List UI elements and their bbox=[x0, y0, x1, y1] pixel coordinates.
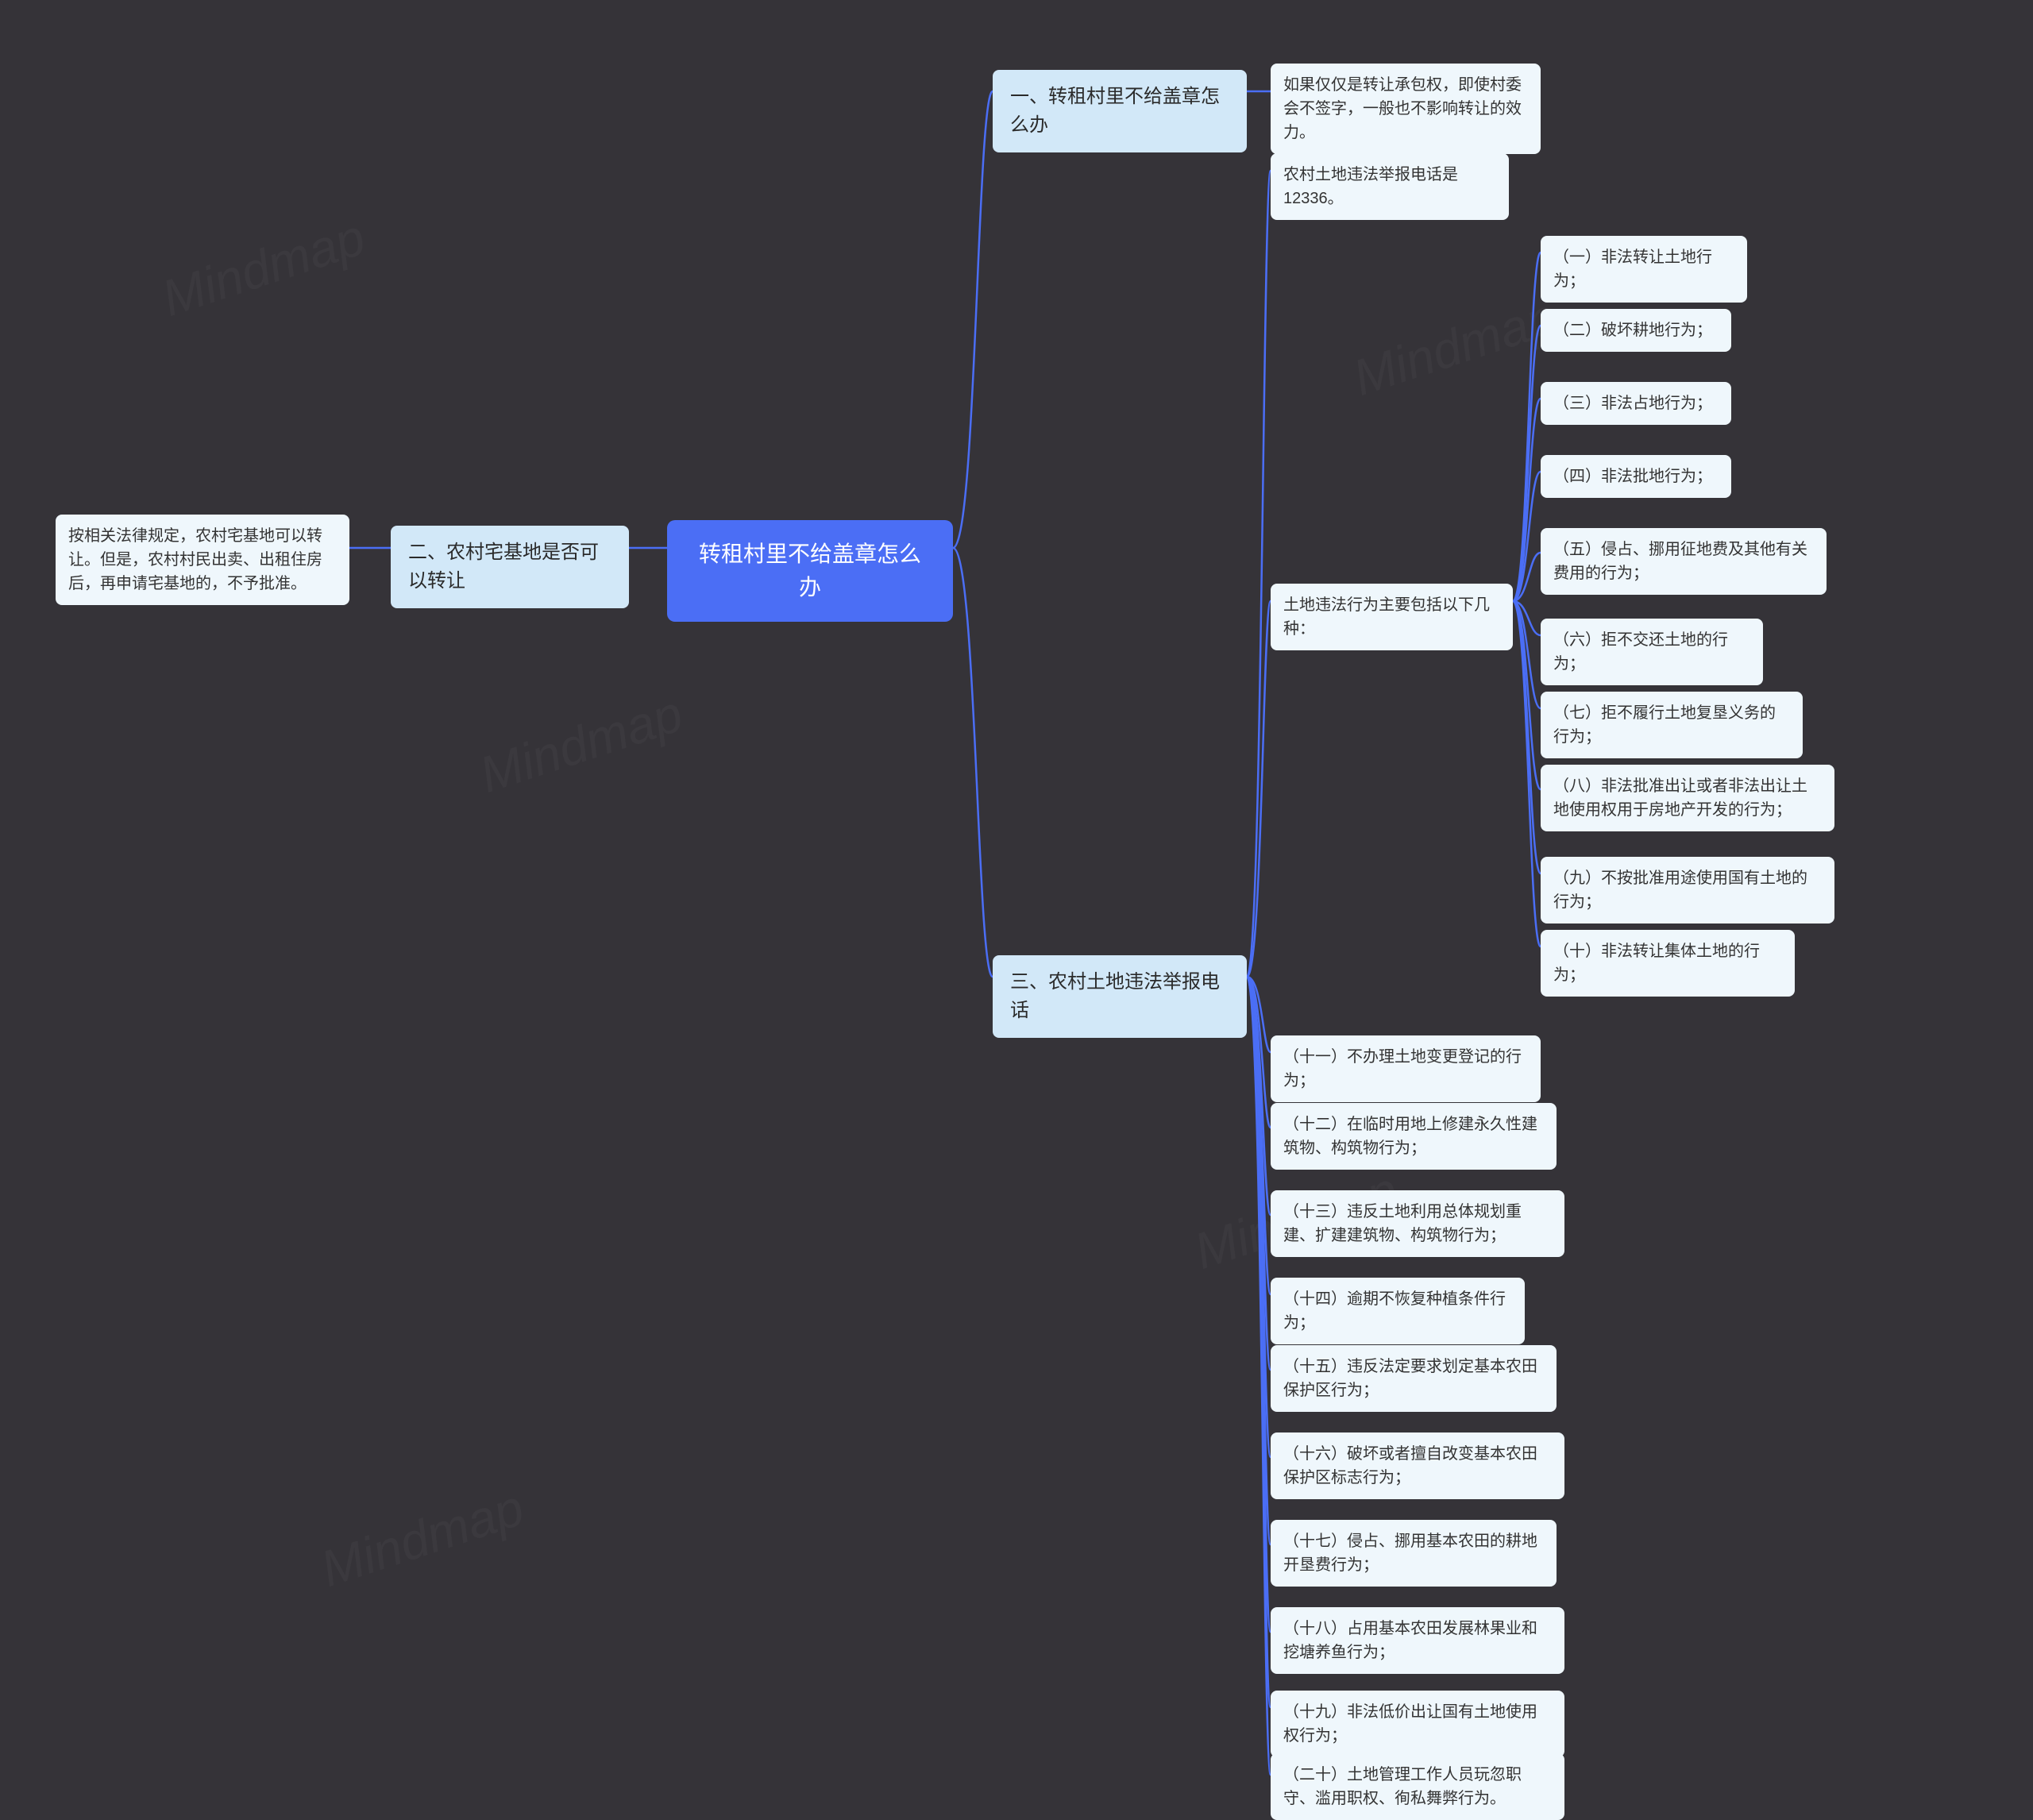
leaf-type-1: （一）非法转让土地行为； bbox=[1541, 236, 1747, 303]
leaf-more-19: （十九）非法低价出让国有土地使用权行为； bbox=[1271, 1691, 1564, 1757]
leaf-type-5: （五）侵占、挪用征地费及其他有关费用的行为； bbox=[1541, 528, 1827, 595]
leaf-type-8: （八）非法批准出让或者非法出让土地使用权用于房地产开发的行为； bbox=[1541, 765, 1834, 831]
leaf-type-2: （二）破坏耕地行为； bbox=[1541, 309, 1731, 352]
note-homestead-transfer: 按相关法律规定，农村宅基地可以转让。但是，农村村民出卖、出租住房后，再申请宅基地… bbox=[56, 515, 349, 605]
branch-no-seal[interactable]: 一、转租村里不给盖章怎么办 bbox=[993, 70, 1247, 152]
branch-homestead-transfer[interactable]: 二、农村宅基地是否可以转让 bbox=[391, 526, 629, 608]
leaf-more-12: （十二）在临时用地上修建永久性建筑物、构筑物行为； bbox=[1271, 1103, 1557, 1170]
leaf-type-7: （七）拒不履行土地复垦义务的行为； bbox=[1541, 692, 1803, 758]
leaf-more-16: （十六）破坏或者擅自改变基本农田保护区标志行为； bbox=[1271, 1432, 1564, 1499]
leaf-type-4: （四）非法批地行为； bbox=[1541, 455, 1731, 498]
leaf-more-18: （十八）占用基本农田发展林果业和挖塘养鱼行为； bbox=[1271, 1607, 1564, 1674]
leaf-more-14: （十四）逾期不恢复种植条件行为； bbox=[1271, 1278, 1525, 1344]
leaf-more-17: （十七）侵占、挪用基本农田的耕地开垦费行为； bbox=[1271, 1520, 1557, 1587]
leaf-more-20: （二十）土地管理工作人员玩忽职守、滥用职权、徇私舞弊行为。 bbox=[1271, 1753, 1564, 1820]
note-no-seal: 如果仅仅是转让承包权，即使村委会不签字，一般也不影响转让的效力。 bbox=[1271, 64, 1541, 154]
leaf-types-header: 土地违法行为主要包括以下几种： bbox=[1271, 584, 1513, 650]
leaf-more-11: （十一）不办理土地变更登记的行为； bbox=[1271, 1035, 1541, 1102]
root-node[interactable]: 转租村里不给盖章怎么办 bbox=[667, 520, 953, 622]
leaf-type-3: （三）非法占地行为； bbox=[1541, 382, 1731, 425]
leaf-type-10: （十）非法转让集体土地的行为； bbox=[1541, 930, 1795, 997]
leaf-more-15: （十五）违反法定要求划定基本农田保护区行为； bbox=[1271, 1345, 1557, 1412]
leaf-phone: 农村土地违法举报电话是12336。 bbox=[1271, 153, 1509, 220]
leaf-type-9: （九）不按批准用途使用国有土地的行为； bbox=[1541, 857, 1834, 923]
branch-report-phone[interactable]: 三、农村土地违法举报电话 bbox=[993, 955, 1247, 1038]
leaf-more-13: （十三）违反土地利用总体规划重建、扩建建筑物、构筑物行为； bbox=[1271, 1190, 1564, 1257]
leaf-type-6: （六）拒不交还土地的行为； bbox=[1541, 619, 1763, 685]
